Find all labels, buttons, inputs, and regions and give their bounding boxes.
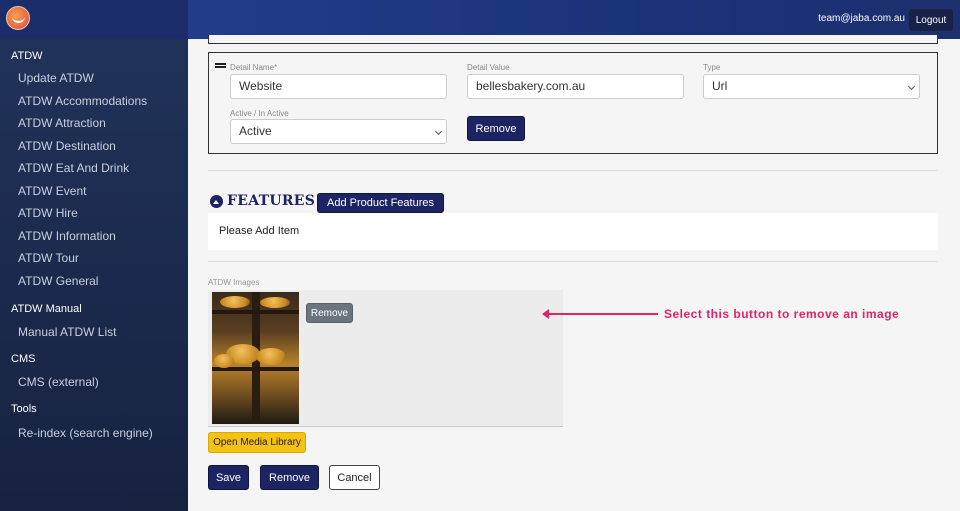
active-select-value: Active: [239, 124, 272, 138]
sidebar-item-cms-external[interactable]: CMS (external): [0, 375, 99, 389]
thumbnail-pie: [220, 296, 250, 308]
detail-value-label: Detail Value: [467, 63, 510, 72]
type-select-value: Url: [712, 79, 728, 93]
detail-name-label: Detail Name*: [230, 63, 278, 72]
sidebar: ATDW Update ATDW ATDW Accommodations ATD…: [0, 0, 188, 511]
chevron-down-icon: [907, 82, 916, 91]
previous-detail-box: [208, 35, 938, 44]
type-select[interactable]: Url: [703, 74, 920, 99]
atdw-images-label: ATDW Images: [208, 278, 260, 287]
thumbnail-shelf: [212, 310, 299, 314]
sidebar-section-tools: Tools: [11, 403, 37, 415]
drag-handle-icon[interactable]: [215, 63, 226, 68]
active-label: Active / In Active: [230, 109, 289, 118]
collapse-icon[interactable]: [210, 194, 223, 208]
sidebar-item-atdw-information[interactable]: ATDW Information: [0, 229, 116, 243]
cancel-button[interactable]: Cancel: [329, 465, 380, 490]
main-content: Detail Name* Website Detail Value belles…: [188, 35, 960, 511]
save-button[interactable]: Save: [208, 465, 249, 490]
sidebar-item-atdw-tour[interactable]: ATDW Tour: [0, 251, 79, 265]
logout-button[interactable]: Logout: [909, 9, 953, 31]
sidebar-item-update-atdw[interactable]: Update ATDW: [0, 71, 94, 85]
detail-value-input[interactable]: bellesbakery.com.au: [467, 74, 684, 99]
sidebar-item-atdw-hire[interactable]: ATDW Hire: [0, 206, 78, 220]
detail-name-input[interactable]: Website: [230, 74, 447, 99]
sidebar-item-atdw-general[interactable]: ATDW General: [0, 274, 98, 288]
annotation: Select this button to remove an image: [542, 307, 900, 321]
features-header: FEATURES: [210, 193, 315, 209]
active-select[interactable]: Active: [230, 119, 447, 144]
features-empty-message: Please Add Item: [208, 213, 938, 250]
sidebar-item-atdw-event[interactable]: ATDW Event: [0, 184, 86, 198]
add-product-features-button[interactable]: Add Product Features: [317, 193, 444, 213]
chevron-down-icon: [434, 127, 443, 136]
sidebar-section-atdw: ATDW: [11, 50, 43, 62]
sidebar-section-cms: CMS: [11, 353, 36, 365]
features-title: FEATURES: [227, 193, 316, 209]
sidebar-item-atdw-accommodations[interactable]: ATDW Accommodations: [0, 94, 147, 108]
image-gallery: Remove: [208, 290, 563, 427]
sidebar-section-atdw-manual: ATDW Manual: [11, 303, 82, 315]
type-label: Type: [703, 63, 721, 72]
sidebar-item-atdw-eat-and-drink[interactable]: ATDW Eat And Drink: [0, 161, 129, 175]
annotation-text: Select this button to remove an image: [664, 307, 900, 321]
thumbnail-pie: [260, 297, 290, 308]
sidebar-item-atdw-destination[interactable]: ATDW Destination: [0, 139, 116, 153]
open-media-library-button[interactable]: Open Media Library: [208, 432, 306, 453]
arrow-left-icon: [542, 309, 658, 319]
top-header: team@jaba.com.au Logout: [188, 0, 960, 39]
brand-logo-icon[interactable]: [6, 6, 30, 30]
sidebar-item-manual-atdw-list[interactable]: Manual ATDW List: [0, 325, 116, 339]
thumbnail-pie: [256, 348, 286, 365]
remove-button[interactable]: Remove: [260, 465, 319, 490]
image-thumbnail[interactable]: [212, 292, 299, 424]
user-email: team@jaba.com.au: [818, 13, 905, 24]
detail-remove-button[interactable]: Remove: [467, 116, 525, 141]
sidebar-item-atdw-attraction[interactable]: ATDW Attraction: [0, 116, 106, 130]
detail-row: Detail Name* Website Detail Value belles…: [208, 52, 938, 154]
image-remove-button[interactable]: Remove: [306, 303, 353, 323]
divider: [208, 170, 938, 171]
divider: [208, 261, 938, 262]
sidebar-item-reindex[interactable]: Re-index (search engine): [0, 426, 153, 440]
sidebar-brand: [0, 0, 188, 39]
thumbnail-pie: [214, 354, 234, 368]
